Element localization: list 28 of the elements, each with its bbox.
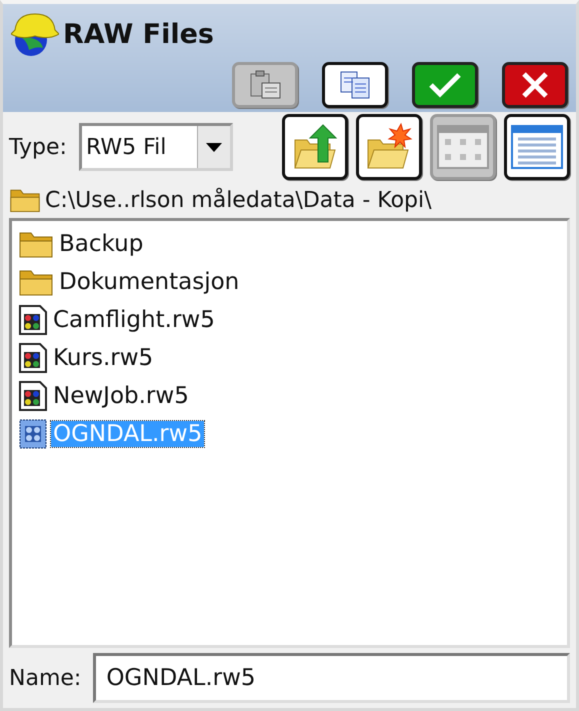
close-icon — [520, 70, 550, 100]
file-icon — [18, 380, 48, 412]
window-title: RAW Files — [63, 18, 214, 50]
details-view-icon — [510, 124, 564, 170]
file-icon — [18, 304, 48, 336]
folder-path: C:\Use..rlson måledata\Data - Kopi\ — [45, 188, 432, 212]
file-icon — [18, 342, 48, 374]
dropdown-arrow-icon — [206, 142, 222, 152]
file-item[interactable]: NewJob.rw5 — [51, 383, 191, 409]
file-item[interactable]: Backup — [57, 231, 146, 257]
name-field[interactable]: OGNDAL.rw5 — [93, 653, 570, 703]
up-folder-button[interactable] — [282, 114, 348, 180]
type-label: Type: — [9, 134, 67, 160]
new-folder-button[interactable] — [356, 114, 422, 180]
file-icon — [18, 418, 48, 450]
name-label: Name: — [9, 666, 82, 690]
copy-button[interactable] — [322, 62, 388, 108]
file-item[interactable]: Dokumentasjon — [57, 269, 242, 295]
cancel-button[interactable] — [502, 62, 568, 108]
paste-icon — [248, 70, 282, 100]
copy-icon — [338, 70, 372, 100]
icons-view-icon — [436, 124, 490, 170]
list-view-button[interactable] — [504, 114, 570, 180]
file-item[interactable]: Kurs.rw5 — [51, 345, 156, 371]
file-item[interactable]: Camflight.rw5 — [51, 307, 217, 333]
ok-button[interactable] — [412, 62, 478, 108]
type-dropdown[interactable]: RW5 Fil — [78, 123, 233, 171]
checkmark-icon — [427, 71, 463, 99]
